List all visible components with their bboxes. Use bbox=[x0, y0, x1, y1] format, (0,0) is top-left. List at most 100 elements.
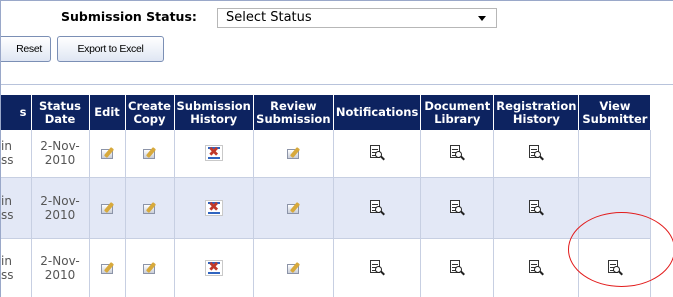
review-note-icon[interactable] bbox=[286, 262, 301, 275]
column-header-label: Submission bbox=[256, 111, 331, 126]
divider bbox=[1, 84, 673, 85]
table-row: in ss 2-Nov- 2010 ✖ bbox=[1, 177, 652, 239]
status-text: in bbox=[1, 193, 12, 208]
column-header-review-submission: Review Submission bbox=[253, 95, 334, 130]
status-date-cell: 2-Nov- 2010 bbox=[31, 238, 90, 297]
status-text: ss bbox=[1, 153, 14, 168]
registration-history-cell bbox=[493, 177, 580, 239]
create-copy-cell bbox=[125, 238, 175, 297]
status-text: in bbox=[1, 139, 12, 154]
document-magnifier-icon[interactable] bbox=[449, 199, 466, 216]
column-header-label: View bbox=[599, 98, 631, 113]
create-copy-cell bbox=[125, 130, 175, 178]
status-date-cell: 2-Nov- 2010 bbox=[31, 130, 90, 178]
column-header-label: Date bbox=[44, 111, 76, 126]
notifications-cell bbox=[333, 177, 422, 239]
submission-status-select[interactable]: Select Status bbox=[217, 8, 497, 28]
column-header-label: Notifications bbox=[335, 105, 419, 119]
copy-note-icon[interactable] bbox=[142, 201, 157, 215]
status-text: in bbox=[1, 254, 12, 268]
submission-status-value: Select Status bbox=[226, 10, 312, 25]
history-icon[interactable]: ✖ bbox=[204, 199, 223, 216]
review-submission-cell bbox=[253, 130, 334, 178]
status-cell: in ss bbox=[1, 130, 32, 178]
history-icon[interactable]: ✖ bbox=[204, 145, 223, 162]
column-header-label: Edit bbox=[94, 105, 120, 119]
status-cell: in ss bbox=[1, 238, 32, 297]
copy-note-icon[interactable] bbox=[142, 262, 157, 275]
submission-status-label: Submission Status: bbox=[61, 9, 197, 24]
column-header-submission-history: Submission History bbox=[174, 95, 254, 130]
column-header-notifications: Notifications bbox=[333, 95, 422, 130]
reset-button[interactable]: Reset bbox=[1, 36, 51, 62]
edit-cell bbox=[89, 238, 126, 297]
column-header-label: Submitter bbox=[582, 111, 648, 126]
status-cell: in ss bbox=[1, 177, 32, 239]
table-row: in ss 2-Nov- 2010 ✖ bbox=[1, 130, 652, 178]
column-header-label: Copy bbox=[133, 111, 166, 126]
column-header-edit: Edit bbox=[89, 95, 126, 130]
document-magnifier-icon[interactable] bbox=[449, 260, 466, 276]
date-text: 2010 bbox=[44, 207, 76, 222]
history-icon[interactable]: ✖ bbox=[204, 260, 223, 276]
column-header-create-copy: Create Copy bbox=[125, 95, 175, 130]
status-text: ss bbox=[1, 268, 14, 282]
document-library-cell bbox=[420, 130, 495, 178]
document-magnifier-icon[interactable] bbox=[528, 145, 545, 161]
document-magnifier-icon[interactable] bbox=[449, 145, 466, 161]
highlight-circle bbox=[568, 212, 673, 287]
export-to-excel-button[interactable]: Export to Excel bbox=[57, 36, 164, 62]
column-header-registration-history: Registration History bbox=[493, 95, 580, 130]
registration-history-cell bbox=[493, 238, 580, 297]
document-magnifier-icon[interactable] bbox=[369, 145, 386, 161]
table-row: in ss 2-Nov- 2010 ✖ bbox=[1, 238, 652, 297]
view-submitter-cell bbox=[578, 130, 652, 178]
column-header-label: Document bbox=[424, 98, 491, 113]
status-text: ss bbox=[1, 207, 14, 222]
column-header-label: Status bbox=[38, 98, 82, 113]
date-text: 2-Nov- bbox=[40, 193, 80, 208]
column-header-label: Submission bbox=[176, 98, 251, 113]
column-header-status-date[interactable]: Status Date bbox=[31, 95, 90, 130]
date-text: 2010 bbox=[44, 268, 76, 282]
review-submission-cell bbox=[253, 177, 334, 239]
document-magnifier-icon[interactable] bbox=[528, 199, 545, 216]
column-header-view-submitter: View Submitter bbox=[578, 95, 652, 130]
date-text: 2-Nov- bbox=[40, 139, 80, 154]
column-header-document-library: Document Library bbox=[420, 95, 495, 130]
document-magnifier-icon[interactable] bbox=[369, 199, 386, 216]
notifications-cell bbox=[333, 130, 422, 178]
column-header-label: Create bbox=[128, 98, 171, 113]
submission-history-cell: ✖ bbox=[174, 177, 254, 239]
column-header-label: Registration bbox=[496, 98, 577, 113]
edit-note-icon[interactable] bbox=[100, 201, 115, 215]
edit-cell bbox=[89, 130, 126, 178]
column-header-label: History bbox=[512, 111, 560, 126]
review-submission-cell bbox=[253, 238, 334, 297]
document-magnifier-icon[interactable] bbox=[369, 260, 386, 276]
copy-note-icon[interactable] bbox=[142, 147, 157, 160]
submissions-table: s Status Date Edit Create Copy Submission H… bbox=[1, 95, 652, 297]
registration-history-cell bbox=[493, 130, 580, 178]
column-header-status[interactable]: s bbox=[1, 95, 32, 130]
submissions-panel: Submission Status: Select Status Reset E… bbox=[0, 0, 673, 297]
document-library-cell bbox=[420, 177, 495, 239]
column-header-label: History bbox=[190, 111, 238, 126]
edit-cell bbox=[89, 177, 126, 239]
notifications-cell bbox=[333, 238, 422, 297]
create-copy-cell bbox=[125, 177, 175, 239]
review-note-icon[interactable] bbox=[286, 201, 301, 215]
document-magnifier-icon[interactable] bbox=[528, 260, 545, 276]
status-date-cell: 2-Nov- 2010 bbox=[31, 177, 90, 239]
review-note-icon[interactable] bbox=[286, 147, 301, 160]
edit-note-icon[interactable] bbox=[100, 147, 115, 160]
date-text: 2010 bbox=[44, 153, 76, 168]
date-text: 2-Nov- bbox=[40, 254, 80, 268]
submission-history-cell: ✖ bbox=[174, 238, 254, 297]
column-header-label: s bbox=[19, 105, 27, 119]
column-header-label: Library bbox=[434, 111, 481, 126]
document-library-cell bbox=[420, 238, 495, 297]
edit-note-icon[interactable] bbox=[100, 262, 115, 275]
table-header-row: s Status Date Edit Create Copy Submission H… bbox=[1, 95, 652, 130]
dropdown-arrow-icon bbox=[478, 16, 486, 21]
